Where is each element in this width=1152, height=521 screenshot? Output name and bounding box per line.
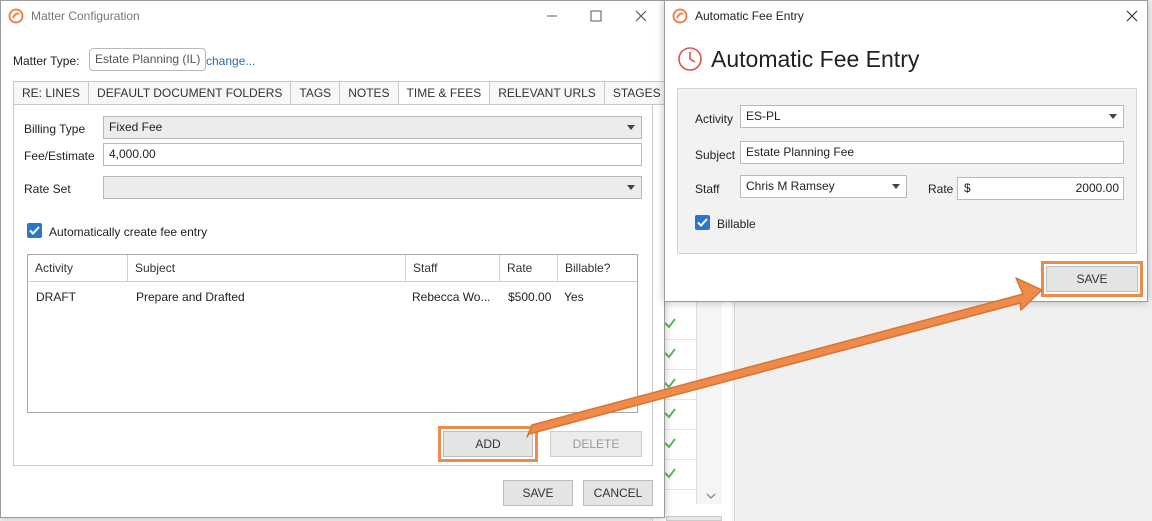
app-logo-icon [672,8,688,24]
maximize-icon[interactable] [583,3,609,29]
check-icon [664,318,676,329]
check-icon [664,348,676,359]
rate-set-select[interactable] [103,176,642,199]
staff-value: Chris M Ramsey [746,179,835,193]
chevron-down-icon [1109,114,1117,119]
cell-subject: Prepare and Drafted [136,290,245,304]
background-area [734,300,1152,521]
subject-value: Estate Planning Fee [746,145,855,159]
chevron-down-icon [892,184,900,189]
staff-select[interactable]: Chris M Ramsey [740,175,907,198]
matter-type-value: Estate Planning (IL) [89,48,207,71]
check-icon [664,468,676,479]
cell-activity: DRAFT [36,290,76,304]
window-title: Automatic Fee Entry [695,9,804,23]
matter-configuration-window: Matter Configuration Matter Type: Estate… [0,0,670,518]
column-header-rate[interactable]: Rate [500,255,558,282]
billable-checkbox[interactable] [695,215,710,230]
fee-estimate-label: Fee/Estimate [24,149,95,163]
checkmark-icon [29,226,40,235]
fee-heading: Automatic Fee Entry [711,46,920,72]
background-scrollbar[interactable] [696,300,722,504]
fee-entries-table: Activity Subject Staff Rate Billable? DR… [27,254,638,413]
subject-label: Subject [695,148,736,162]
column-header-activity[interactable]: Activity [28,255,128,282]
tab-re-lines[interactable]: RE: LINES [13,81,89,105]
background-button [666,516,722,521]
change-link[interactable]: change... [206,54,255,68]
close-icon[interactable] [1119,3,1145,29]
column-header-subject[interactable]: Subject [128,255,406,282]
subject-input[interactable]: Estate Planning Fee [740,141,1124,164]
minimize-icon[interactable] [539,3,565,29]
fee-estimate-input[interactable]: 4,000.00 [103,143,642,166]
close-icon[interactable] [628,3,654,29]
check-icon [664,408,676,419]
chevron-down-icon [627,185,635,190]
activity-label: Activity [695,112,734,126]
rate-value: 2000.00 [1075,181,1119,195]
billing-type-value: Fixed Fee [109,120,163,134]
chevron-down-icon [627,125,635,130]
column-header-billable[interactable]: Billable? [558,255,637,282]
rate-set-label: Rate Set [24,182,71,196]
billing-type-select[interactable]: Fixed Fee [103,116,642,139]
billable-label: Billable [717,217,756,231]
fee-form: Activity ES-PL Subject Estate Planning F… [677,88,1137,254]
cell-rate: $500.00 [508,290,552,304]
tab-notes[interactable]: NOTES [339,81,398,105]
window-title: Matter Configuration [31,9,140,23]
fee-titlebar: Automatic Fee Entry [665,1,1147,31]
tab-relevant-urls[interactable]: RELEVANT URLS [489,81,604,105]
staff-label: Staff [695,182,720,196]
matter-type-label: Matter Type: [13,54,80,68]
matter-titlebar: Matter Configuration [1,1,664,31]
tab-time-fees[interactable]: TIME & FEES [397,81,490,105]
activity-value: ES-PL [746,109,781,123]
rate-currency: $ [964,181,971,195]
tab-stages[interactable]: STAGES [603,81,670,105]
rate-input[interactable]: $ 2000.00 [957,177,1124,200]
column-header-staff[interactable]: Staff [406,255,500,282]
fee-save-button[interactable]: SAVE [1041,261,1143,297]
fee-estimate-value: 4,000.00 [109,147,156,161]
checkmark-icon [697,218,708,227]
app-logo-icon [8,8,24,24]
cell-billable: Yes [564,290,584,304]
auto-fee-label: Automatically create fee entry [49,225,208,239]
table-header: Activity Subject Staff Rate Billable? [28,255,637,282]
add-button[interactable]: ADD [438,426,538,462]
clock-icon [678,47,702,71]
activity-select[interactable]: ES-PL [740,105,1124,128]
rate-label: Rate [928,182,954,196]
save-button[interactable]: SAVE [503,480,573,506]
tab-bar: RE: LINES DEFAULT DOCUMENT FOLDERS TAGS NOT… [13,81,670,105]
auto-fee-checkbox[interactable] [27,223,42,238]
check-icon [664,378,676,389]
billing-type-label: Billing Type [24,122,86,136]
automatic-fee-entry-window: Automatic Fee Entry Automatic Fee Entry … [664,0,1148,302]
chevron-down-icon[interactable] [706,492,716,500]
cell-staff: Rebecca Wo... [412,290,491,304]
delete-button[interactable]: DELETE [550,431,642,457]
cancel-button[interactable]: CANCEL [583,480,653,506]
check-icon [664,438,676,449]
tab-default-document-folders[interactable]: DEFAULT DOCUMENT FOLDERS [88,81,291,105]
tab-tags[interactable]: TAGS [290,81,340,105]
